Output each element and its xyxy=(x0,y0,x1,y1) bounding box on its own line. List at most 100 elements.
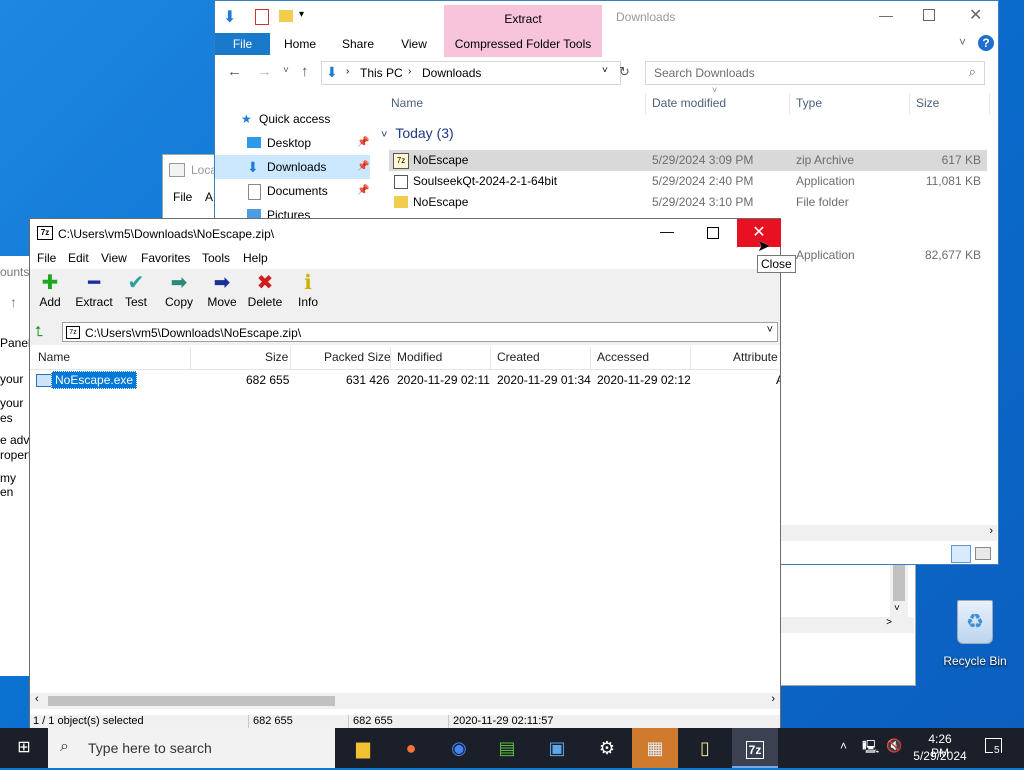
folder-up-icon[interactable]: ⮤ xyxy=(35,323,43,340)
extract-button[interactable]: ━ Extract xyxy=(73,271,115,309)
info-button[interactable]: ℹ Info xyxy=(288,271,328,309)
refresh-icon[interactable]: ↻ xyxy=(619,64,630,80)
notification-center-button[interactable]: 5 xyxy=(984,736,1004,758)
zcol-packed-size[interactable]: Packed Size xyxy=(324,350,391,364)
nav-downloads[interactable]: ⬇ Downloads 📌 xyxy=(215,155,370,179)
up-icon[interactable]: ↑ xyxy=(301,63,309,80)
up-arrow-icon[interactable]: ↑ xyxy=(10,294,17,310)
nav-desktop[interactable]: Desktop 📌 xyxy=(215,131,370,155)
scroll-left-icon[interactable]: ‹ xyxy=(35,693,39,705)
details-view-icon[interactable] xyxy=(951,545,971,563)
group-today[interactable]: ˅ Today (3) xyxy=(381,125,454,141)
breadcrumb-this-pc[interactable]: This PC xyxy=(360,66,403,80)
file-row[interactable]: NoEscape 5/29/2024 3:10 PM File folder xyxy=(389,192,987,213)
delete-button[interactable]: ✖ Delete xyxy=(245,271,285,309)
nav-documents[interactable]: Documents 📌 xyxy=(215,179,370,203)
sevenzip-hscroll[interactable]: ‹ › xyxy=(30,693,780,709)
recycle-bin-shortcut[interactable]: ♻ Recycle Bin xyxy=(938,600,1012,670)
copy-button[interactable]: ➡ Copy xyxy=(159,271,199,309)
nav-quick-access[interactable]: ★ Quick access xyxy=(215,107,370,131)
zcol-created[interactable]: Created xyxy=(497,350,540,364)
taskbar-search[interactable]: ⌕ Type here to search xyxy=(48,728,335,768)
pin-icon[interactable]: 📌 xyxy=(357,131,369,155)
tab-view[interactable]: View xyxy=(391,33,437,55)
clock-date[interactable]: 5/29/2024 xyxy=(910,749,970,763)
zcol-name[interactable]: Name xyxy=(38,350,70,364)
address-bar[interactable]: ⬇ › This PC › Downloads ˅ xyxy=(321,61,621,85)
zcol-attribute[interactable]: Attribute xyxy=(733,350,778,364)
explorer-hscroll[interactable]: › xyxy=(781,525,997,541)
maximize-icon[interactable] xyxy=(923,9,935,21)
settings-gear-icon[interactable]: ⚙ xyxy=(584,728,630,768)
tab-share[interactable]: Share xyxy=(333,33,383,55)
quick-access-down-icon[interactable]: ⬇ xyxy=(223,7,236,27)
large-icons-view-icon[interactable] xyxy=(975,547,991,560)
menu-favorites[interactable]: Favorites xyxy=(141,251,190,265)
forward-icon[interactable]: → xyxy=(257,63,272,80)
add-button[interactable]: ✚ Add xyxy=(30,271,70,309)
file-explorer-icon[interactable]: ▆ xyxy=(340,728,386,768)
scroll-right-icon[interactable]: › xyxy=(989,525,993,537)
tab-home[interactable]: Home xyxy=(275,33,325,55)
zcol-size[interactable]: Size xyxy=(265,350,288,364)
move-button[interactable]: ➡ Move xyxy=(202,271,242,309)
notepad-icon[interactable]: ▯ xyxy=(682,728,728,768)
ribbon-expand-icon[interactable]: ˅ xyxy=(959,35,966,49)
col-name[interactable]: Name xyxy=(391,96,423,110)
search-input[interactable]: Search Downloads ⌕ xyxy=(645,61,985,85)
close-icon[interactable]: ✕ xyxy=(969,5,982,25)
zcol-modified[interactable]: Modified xyxy=(397,350,442,364)
scroll-down-icon[interactable]: ˅ xyxy=(894,603,900,614)
col-type[interactable]: Type xyxy=(796,96,822,110)
menu-view[interactable]: View xyxy=(101,251,127,265)
bg-window-vscroll[interactable]: ˅ xyxy=(890,565,908,617)
col-date-modified[interactable]: Date modified xyxy=(652,96,726,110)
group-collapse-icon[interactable]: ˅ xyxy=(381,129,387,141)
minimize-icon[interactable]: — xyxy=(879,7,893,23)
network-app-icon[interactable]: ▦ xyxy=(632,728,678,768)
nav-pictures[interactable]: Pictures xyxy=(215,203,370,219)
tab-file[interactable]: File xyxy=(215,33,270,55)
menu-file[interactable]: File xyxy=(37,251,56,265)
breadcrumb-downloads[interactable]: Downloads xyxy=(422,66,481,80)
file-row[interactable]: 7z NoEscape 5/29/2024 3:09 PM zip Archiv… xyxy=(389,150,987,171)
new-folder-icon[interactable] xyxy=(279,10,293,22)
chrome-icon[interactable]: ◉ xyxy=(436,728,482,768)
file-row[interactable]: SoulseekQt-2024-2-1-64bit 5/29/2024 2:40… xyxy=(389,171,987,192)
bg-vscroll-thumb[interactable] xyxy=(893,565,905,601)
test-button[interactable]: ✔ Test xyxy=(116,271,156,309)
back-icon[interactable]: ← xyxy=(227,63,242,80)
menu-tools[interactable]: Tools xyxy=(202,251,230,265)
maximize-icon[interactable] xyxy=(707,227,719,239)
recent-locations-icon[interactable]: ˅ xyxy=(283,65,289,76)
control-panel-icon[interactable]: ▣ xyxy=(534,728,580,768)
volume-muted-icon[interactable]: 🔇 xyxy=(886,738,902,754)
zcol-accessed[interactable]: Accessed xyxy=(597,350,649,364)
start-windows-icon[interactable]: ⊞ xyxy=(0,728,48,768)
pin-icon[interactable]: 📌 xyxy=(357,155,369,179)
archive-row[interactable]: NoEscape.exe 682 655 631 426 2020-11-29 … xyxy=(30,371,780,389)
minimize-icon[interactable]: — xyxy=(660,223,674,239)
address-dropdown-icon[interactable]: ˅ xyxy=(602,65,608,76)
menu-edit[interactable]: Edit xyxy=(68,251,89,265)
task-manager-icon[interactable]: ▤ xyxy=(484,728,530,768)
sevenzip-window[interactable]: 7z C:\Users\vm5\Downloads\NoEscape.zip\ … xyxy=(29,218,781,730)
menu-help[interactable]: Help xyxy=(243,251,268,265)
firefox-icon[interactable]: ● xyxy=(388,728,434,768)
bg-menu-a[interactable]: A xyxy=(205,190,213,204)
properties-icon[interactable] xyxy=(255,9,269,25)
bg-menu-file[interactable]: File xyxy=(173,190,192,204)
path-input[interactable]: 7z C:\Users\vm5\Downloads\NoEscape.zip\ … xyxy=(62,322,778,342)
pin-icon[interactable]: 📌 xyxy=(357,179,369,203)
scroll-right-icon[interactable]: › xyxy=(771,693,775,705)
hscroll-thumb[interactable] xyxy=(48,696,335,706)
col-size[interactable]: Size xyxy=(916,96,939,110)
bg-window-hscroll[interactable]: > xyxy=(781,617,914,633)
help-icon[interactable]: ? xyxy=(978,35,994,51)
sevenzip-taskbar-button[interactable]: 7z xyxy=(732,728,778,768)
network-icon[interactable]: 🖳 xyxy=(862,738,879,760)
show-hidden-icons-icon[interactable]: ˄ xyxy=(840,739,847,753)
tab-compressed-folder-tools[interactable]: Compressed Folder Tools xyxy=(444,33,602,55)
scroll-right-icon[interactable]: > xyxy=(886,617,892,628)
customize-toolbar-icon[interactable]: ▾ xyxy=(299,9,304,20)
